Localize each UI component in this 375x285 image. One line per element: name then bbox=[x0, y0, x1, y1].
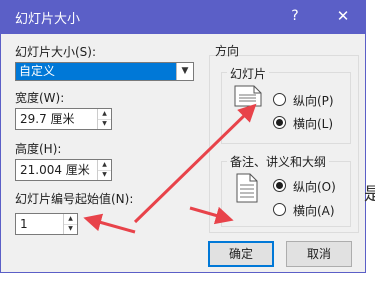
arrow-to-notes bbox=[189, 206, 234, 225]
annotation-arrows bbox=[83, 103, 257, 234]
arrow-to-numbering bbox=[83, 213, 136, 234]
arrow-to-landscape bbox=[133, 103, 257, 224]
